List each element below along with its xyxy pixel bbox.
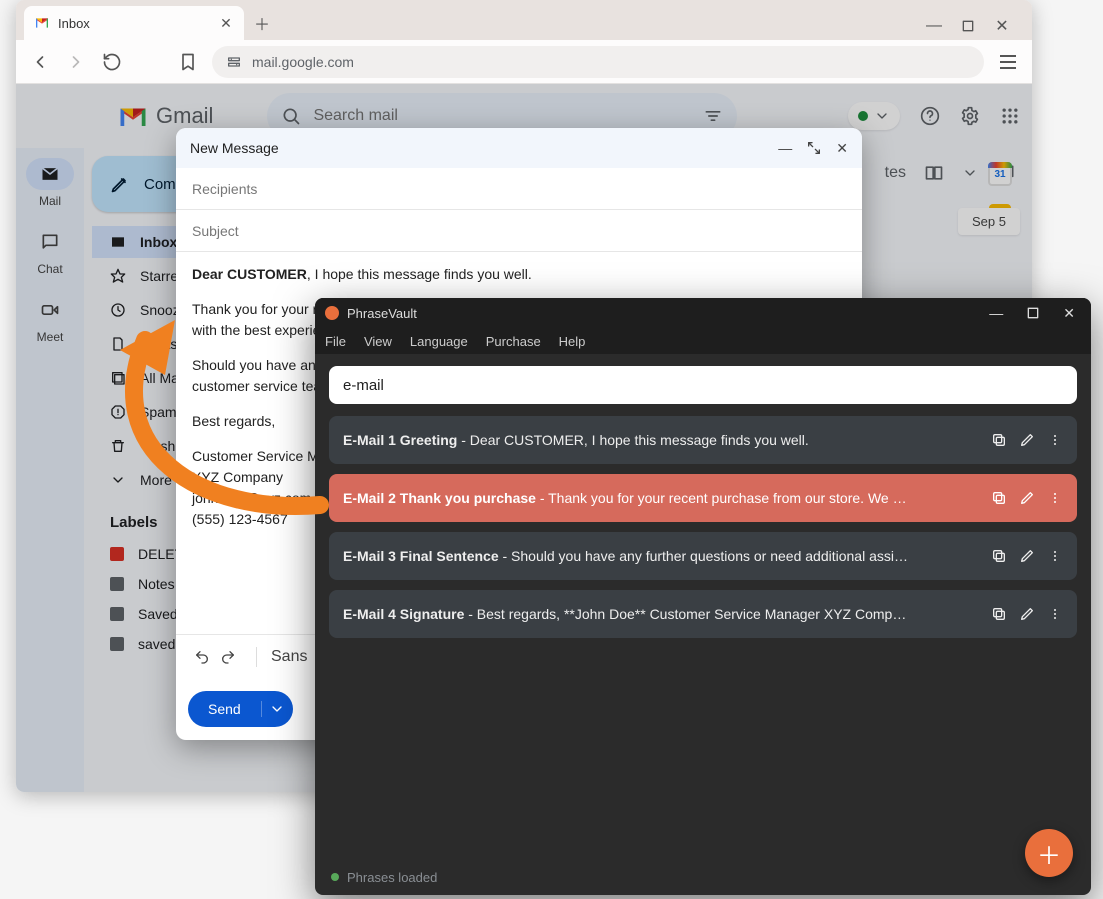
edit-icon[interactable]: [1019, 490, 1035, 506]
more-icon[interactable]: [1047, 548, 1063, 564]
browser-tab[interactable]: Inbox ✕: [24, 6, 244, 40]
pv-status-dot-icon: [331, 873, 339, 881]
pv-add-button[interactable]: ＋: [1025, 829, 1073, 877]
close-compose-button[interactable]: ✕: [836, 140, 848, 157]
more-icon[interactable]: [1047, 432, 1063, 448]
new-tab-button[interactable]: ＋: [248, 9, 276, 37]
pv-menu-help[interactable]: Help: [559, 334, 586, 349]
pv-item[interactable]: E-Mail 1 Greeting - Dear CUSTOMER, I hop…: [329, 416, 1077, 464]
close-tab-button[interactable]: ✕: [218, 15, 234, 31]
recipients-label: Recipients: [192, 181, 257, 197]
maximize-button[interactable]: [960, 18, 976, 34]
subject-field[interactable]: Subject: [176, 210, 862, 252]
body-greeting-tail: , I hope this message finds you well.: [307, 266, 532, 282]
expand-compose-button[interactable]: [806, 140, 822, 157]
reload-button[interactable]: [100, 50, 124, 74]
minimize-compose-button[interactable]: —: [778, 140, 792, 157]
copy-icon[interactable]: [991, 490, 1007, 506]
pv-menu-view[interactable]: View: [364, 334, 392, 349]
recipients-field[interactable]: Recipients: [176, 168, 862, 210]
address-bar[interactable]: mail.google.com: [212, 46, 984, 78]
undo-icon[interactable]: [194, 649, 210, 665]
tab-title: Inbox: [58, 16, 90, 31]
pv-status-text: Phrases loaded: [347, 870, 437, 885]
copy-icon[interactable]: [991, 606, 1007, 622]
subject-label: Subject: [192, 223, 239, 239]
compose-title: New Message: [190, 140, 279, 156]
more-icon[interactable]: [1047, 490, 1063, 506]
forward-button[interactable]: [64, 50, 88, 74]
gmail-favicon-icon: [34, 15, 50, 31]
bookmark-button[interactable]: [176, 50, 200, 74]
font-selector[interactable]: Sans: [271, 648, 307, 666]
url-text: mail.google.com: [252, 54, 354, 70]
minimize-button[interactable]: —: [926, 18, 942, 34]
send-button[interactable]: Send: [188, 691, 293, 727]
pv-search: [329, 366, 1077, 404]
pv-minimize-button[interactable]: —: [989, 305, 1003, 322]
compose-header: New Message — ✕: [176, 128, 862, 168]
send-options-button[interactable]: [261, 701, 293, 717]
pv-menu-purchase[interactable]: Purchase: [486, 334, 541, 349]
edit-icon[interactable]: [1019, 432, 1035, 448]
pv-menubar: File View Language Purchase Help: [315, 328, 1091, 354]
copy-icon[interactable]: [991, 432, 1007, 448]
browser-window-controls: — ✕: [926, 18, 1024, 40]
pv-search-input[interactable]: [329, 366, 1077, 404]
site-settings-icon: [226, 54, 242, 70]
pv-menu-file[interactable]: File: [325, 334, 346, 349]
body-greeting-bold: Dear CUSTOMER: [192, 266, 307, 282]
sig-line: john.doe@xyz.com: [192, 490, 311, 506]
pv-item[interactable]: E-Mail 2 Thank you purchase - Thank you …: [329, 474, 1077, 522]
pv-maximize-button[interactable]: [1025, 305, 1041, 322]
redo-icon[interactable]: [220, 649, 236, 665]
pv-list: E-Mail 1 Greeting - Dear CUSTOMER, I hop…: [315, 416, 1091, 638]
edit-icon[interactable]: [1019, 606, 1035, 622]
back-button[interactable]: [28, 50, 52, 74]
pv-close-button[interactable]: ✕: [1063, 305, 1075, 322]
close-window-button[interactable]: ✕: [994, 18, 1010, 34]
sig-line: XYZ Company: [192, 469, 283, 485]
more-icon[interactable]: [1047, 606, 1063, 622]
browser-toolbar: mail.google.com: [16, 40, 1032, 84]
phrasevault-window: PhraseVault — ✕ File View Language Purch…: [315, 298, 1091, 895]
sig-line: (555) 123-4567: [192, 511, 288, 527]
copy-icon[interactable]: [991, 548, 1007, 564]
pv-statusbar: Phrases loaded: [315, 859, 1091, 895]
tab-bar: Inbox ✕ ＋ — ✕: [16, 0, 1032, 40]
pv-titlebar: PhraseVault — ✕: [315, 298, 1091, 328]
edit-icon[interactable]: [1019, 548, 1035, 564]
pv-item[interactable]: E-Mail 3 Final Sentence - Should you hav…: [329, 532, 1077, 580]
pv-menu-language[interactable]: Language: [410, 334, 468, 349]
send-label: Send: [188, 701, 261, 717]
pv-app-icon: [325, 306, 339, 320]
browser-menu-button[interactable]: [996, 55, 1020, 69]
pv-title-text: PhraseVault: [347, 306, 417, 321]
pv-item[interactable]: E-Mail 4 Signature - Best regards, **Joh…: [329, 590, 1077, 638]
